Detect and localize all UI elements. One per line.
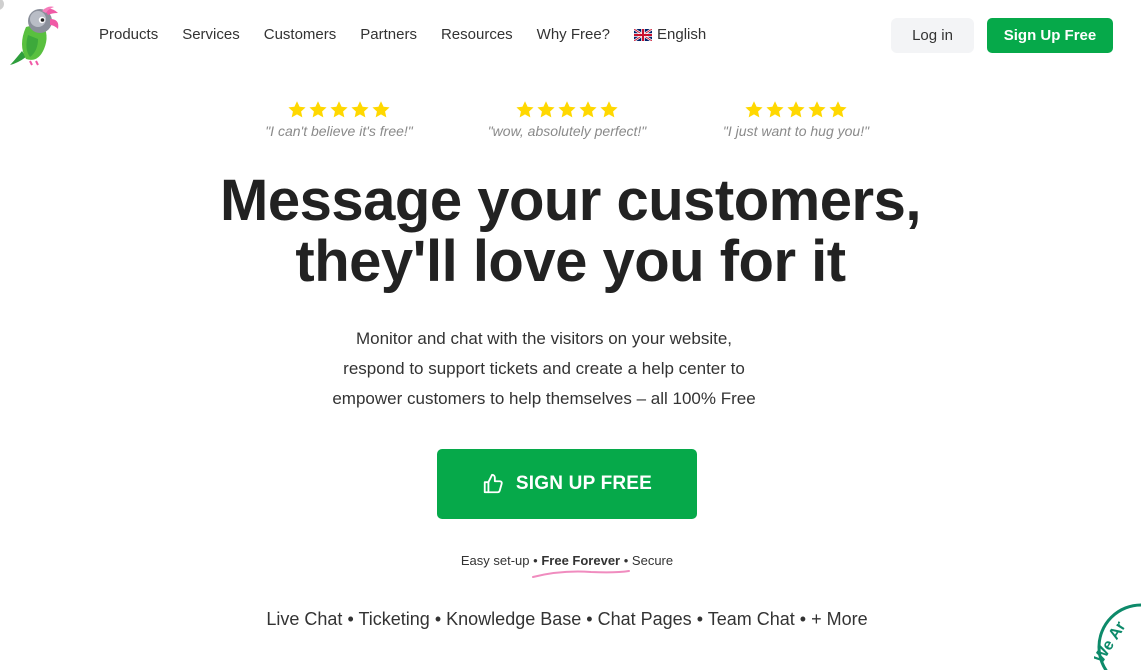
login-button[interactable]: Log in: [891, 18, 974, 53]
star-rating: [481, 100, 653, 120]
thumbs-up-icon: [483, 473, 503, 494]
perk-secure: Secure: [631, 553, 674, 568]
nav-customers[interactable]: Customers: [264, 26, 337, 43]
feature-separator: •: [586, 609, 593, 629]
feature-separator: •: [434, 609, 442, 629]
cta-label: SIGN UP FREE: [515, 473, 653, 494]
perk-separator: •: [533, 553, 538, 568]
headline-line-2: they'll love you for it: [295, 229, 846, 294]
star-rating: [716, 100, 876, 120]
star-icon: [330, 101, 348, 118]
star-icon: [288, 101, 306, 118]
star-icon: [600, 101, 618, 118]
hero-subtext: Monitor and chat with the visitors on yo…: [0, 324, 1088, 414]
nav-products[interactable]: Products: [99, 26, 158, 43]
star-icon: [372, 101, 390, 118]
star-icon: [766, 101, 784, 118]
star-icon: [537, 101, 555, 118]
feature-separator: •: [799, 609, 807, 629]
feature-more[interactable]: + More: [811, 609, 868, 629]
pink-underline-squiggle: [532, 570, 630, 578]
feature-separator: •: [696, 609, 703, 629]
subtext-line-3: empower customers to help themselves – a…: [332, 389, 756, 408]
feature-knowledge-base[interactable]: Knowledge Base: [446, 609, 581, 629]
subtext-line-1: Monitor and chat with the visitors on yo…: [355, 329, 733, 348]
review-quote: "I can't believe it's free!": [265, 123, 413, 139]
review-quote: "wow, absolutely perfect!": [487, 123, 647, 139]
star-icon: [351, 101, 369, 118]
star-icon: [745, 101, 763, 118]
star-icon: [558, 101, 576, 118]
nav-resources[interactable]: Resources: [441, 26, 513, 43]
nav-partners[interactable]: Partners: [360, 26, 417, 43]
hero-headline: Message your customers, they'll love you…: [0, 170, 1141, 292]
signup-free-cta-button[interactable]: SIGN UP FREE: [437, 449, 697, 519]
features-line: Live Chat • Ticketing • Knowledge Base •…: [0, 609, 1134, 630]
perk-free-forever: Free Forever: [541, 553, 621, 568]
language-selector[interactable]: English: [634, 26, 706, 43]
feature-chat-pages[interactable]: Chat Pages: [598, 609, 692, 629]
nav-why-free[interactable]: Why Free?: [537, 26, 610, 43]
feature-team-chat[interactable]: Team Chat: [708, 609, 795, 629]
star-icon: [829, 101, 847, 118]
parrot-logo-icon[interactable]: [8, 5, 68, 67]
headline-line-1: Message your customers,: [220, 168, 921, 233]
signup-header-button[interactable]: Sign Up Free: [987, 18, 1113, 53]
main-nav: Products Services Customers Partners Res…: [99, 26, 706, 43]
feature-ticketing[interactable]: Ticketing: [358, 609, 429, 629]
feature-separator: •: [347, 609, 354, 629]
star-icon: [309, 101, 327, 118]
star-icon: [579, 101, 597, 118]
perks-line: Easy set-up • Free Forever • Secure: [0, 553, 1134, 568]
feature-live-chat[interactable]: Live Chat: [266, 609, 342, 629]
review-1: "I can't believe it's free!": [259, 100, 419, 139]
subtext-line-2: respond to support tickets and create a …: [343, 359, 745, 378]
star-icon: [787, 101, 805, 118]
nav-services[interactable]: Services: [182, 26, 240, 43]
top-navigation-bar: Products Services Customers Partners Res…: [0, 0, 1141, 72]
corner-badge[interactable]: We Ar: [1094, 600, 1141, 670]
star-rating: [259, 100, 419, 120]
perk-easy-setup: Easy set-up: [460, 553, 530, 568]
uk-flag-icon: [634, 28, 653, 41]
review-3: "I just want to hug you!": [716, 100, 876, 139]
language-label: English: [657, 26, 707, 43]
review-2: "wow, absolutely perfect!": [481, 100, 653, 139]
perk-separator: •: [623, 553, 629, 568]
star-icon: [516, 101, 534, 118]
review-quote: "I just want to hug you!": [722, 123, 870, 139]
window-edge-circle: [0, 0, 4, 10]
star-icon: [808, 101, 826, 118]
